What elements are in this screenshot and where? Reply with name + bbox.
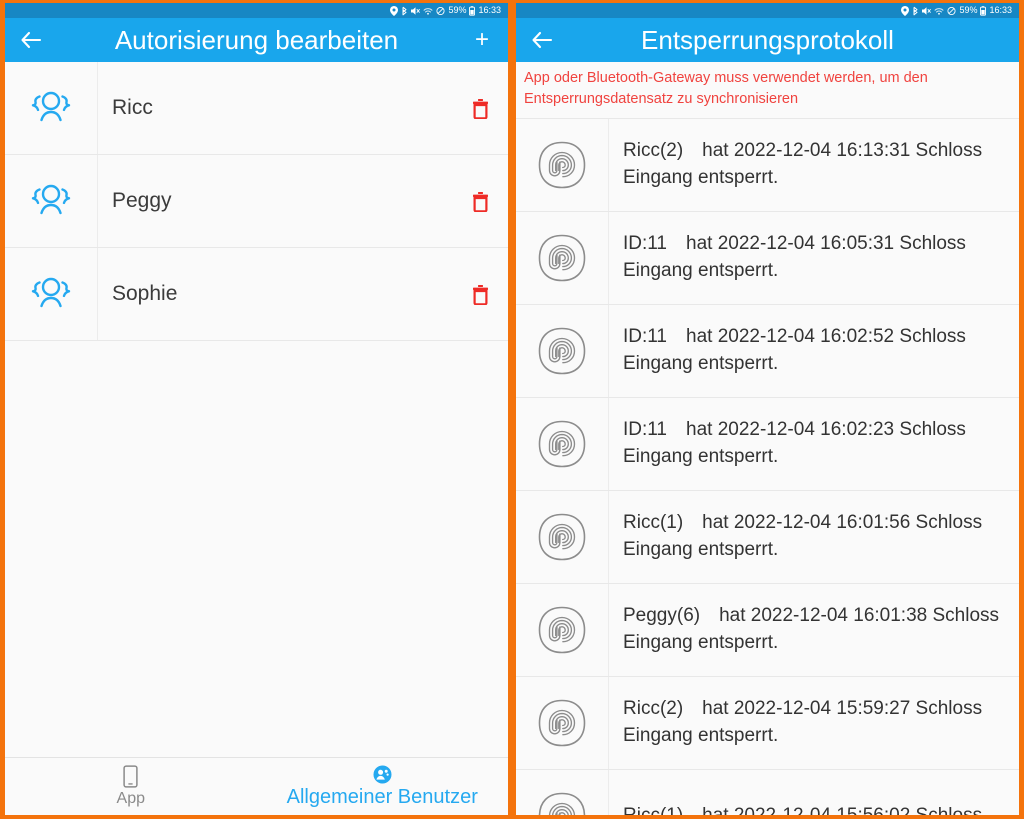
log-entry-text: Peggy(6) hat 2022-12-04 16:01:38 Schloss… — [623, 605, 1000, 654]
back-button-right[interactable] — [516, 30, 568, 50]
list-item-label: Sophie — [112, 282, 178, 305]
arrow-left-icon — [19, 30, 43, 50]
list-item-label: Peggy — [112, 189, 172, 212]
phone-icon — [123, 765, 138, 788]
bottom-tab-bar: App Allgemeiner Benutzer — [5, 757, 508, 815]
fingerprint-icon — [516, 212, 609, 305]
unlock-log-list: Ricc(2) hat 2022-12-04 16:13:31 Schloss … — [516, 119, 1019, 815]
fingerprint-icon — [516, 584, 609, 677]
log-entry-text: Ricc(1) hat 2022-12-04 16:01:56 Schloss … — [623, 512, 983, 561]
general-user-icon — [373, 765, 392, 784]
trash-icon — [472, 98, 489, 119]
back-button-left[interactable] — [5, 30, 57, 50]
table-row[interactable]: ID:11 hat 2022-12-04 16:02:23 Schloss Ei… — [516, 398, 1019, 492]
log-entry-text: ID:11 hat 2022-12-04 16:05:31 Schloss Ei… — [623, 233, 966, 282]
group-users-icon — [5, 248, 98, 340]
battery-icon — [980, 5, 987, 16]
right-app-bar: Entsperrungsprotokoll — [516, 18, 1019, 62]
status-bar-left: 59% 16:33 — [5, 3, 508, 18]
battery-percent-label: 59% — [959, 5, 978, 15]
tab-general-user[interactable]: Allgemeiner Benutzer — [257, 765, 509, 809]
fingerprint-icon — [516, 677, 609, 770]
location-icon — [390, 5, 399, 16]
wifi-icon — [934, 6, 944, 16]
do-not-disturb-icon — [436, 6, 446, 16]
log-entry-text: Ricc(1) hat 2022-12-04 15:56:02 Schloss — [609, 770, 1019, 815]
status-bar-time: 16:33 — [478, 5, 501, 15]
list-item[interactable]: Peggy — [5, 155, 508, 248]
table-row[interactable]: Peggy(6) hat 2022-12-04 16:01:38 Schloss… — [516, 584, 1019, 678]
mute-icon — [411, 6, 421, 16]
tab-app-label: App — [116, 790, 145, 807]
right-phone-panel: 59% 16:33 Entsperrungsprotokoll App oder… — [512, 0, 1024, 819]
fingerprint-icon — [516, 305, 609, 398]
left-app-bar: Autorisierung bearbeiten + — [5, 18, 508, 62]
fingerprint-icon — [516, 119, 609, 212]
battery-percent-label: 59% — [448, 5, 467, 15]
bluetooth-icon — [912, 6, 919, 16]
fingerprint-icon — [516, 770, 609, 815]
status-bar-time: 16:33 — [989, 5, 1012, 15]
arrow-left-icon — [530, 30, 554, 50]
fingerprint-icon — [516, 398, 609, 491]
battery-icon — [469, 5, 476, 16]
group-users-icon — [5, 155, 98, 247]
table-row[interactable]: ID:11 hat 2022-12-04 16:02:52 Schloss Ei… — [516, 305, 1019, 399]
status-bar-right: 59% 16:33 — [516, 3, 1019, 18]
table-row[interactable]: ID:11 hat 2022-12-04 16:05:31 Schloss Ei… — [516, 212, 1019, 306]
table-row[interactable]: Ricc(1) hat 2022-12-04 16:01:56 Schloss … — [516, 491, 1019, 585]
list-item[interactable]: Ricc — [5, 62, 508, 155]
list-item[interactable]: Sophie — [5, 248, 508, 341]
authorization-list: Ricc Peggy Sophie — [5, 62, 508, 757]
dual-phone-screenshot: 59% 16:33 Autorisierung bearbeiten + Ric… — [0, 0, 1024, 819]
table-row[interactable]: Ricc(1) hat 2022-12-04 15:56:02 Schloss — [516, 770, 1019, 815]
trash-icon — [472, 284, 489, 305]
wifi-icon — [423, 6, 433, 16]
delete-button[interactable] — [452, 284, 508, 305]
group-users-icon — [5, 62, 98, 154]
left-phone-panel: 59% 16:33 Autorisierung bearbeiten + Ric… — [0, 0, 512, 819]
location-icon — [901, 5, 910, 16]
bluetooth-icon — [401, 6, 408, 16]
mute-icon — [922, 6, 932, 16]
log-entry-text: ID:11 hat 2022-12-04 16:02:52 Schloss Ei… — [623, 326, 966, 375]
delete-button[interactable] — [452, 98, 508, 119]
log-entry-text: Ricc(2) hat 2022-12-04 15:59:27 Schloss … — [623, 698, 983, 747]
list-item-label: Ricc — [112, 96, 153, 119]
right-page-title: Entsperrungsprotokoll — [641, 24, 894, 55]
left-page-title: Autorisierung bearbeiten — [114, 24, 399, 55]
sync-warning-text: App oder Bluetooth-Gateway muss verwende… — [516, 62, 1019, 120]
log-entry-text: ID:11 hat 2022-12-04 16:02:23 Schloss Ei… — [623, 419, 966, 468]
delete-button[interactable] — [452, 191, 508, 212]
tab-general-user-label: Allgemeiner Benutzer — [286, 785, 478, 808]
trash-icon — [472, 191, 489, 212]
log-entry-text: Ricc(2) hat 2022-12-04 16:13:31 Schloss … — [623, 140, 983, 189]
add-authorization-button[interactable]: + — [456, 28, 508, 52]
fingerprint-icon — [516, 491, 609, 584]
table-row[interactable]: Ricc(2) hat 2022-12-04 16:13:31 Schloss … — [516, 119, 1019, 213]
tab-app[interactable]: App — [5, 765, 257, 808]
table-row[interactable]: Ricc(2) hat 2022-12-04 15:59:27 Schloss … — [516, 677, 1019, 771]
do-not-disturb-icon — [947, 6, 957, 16]
